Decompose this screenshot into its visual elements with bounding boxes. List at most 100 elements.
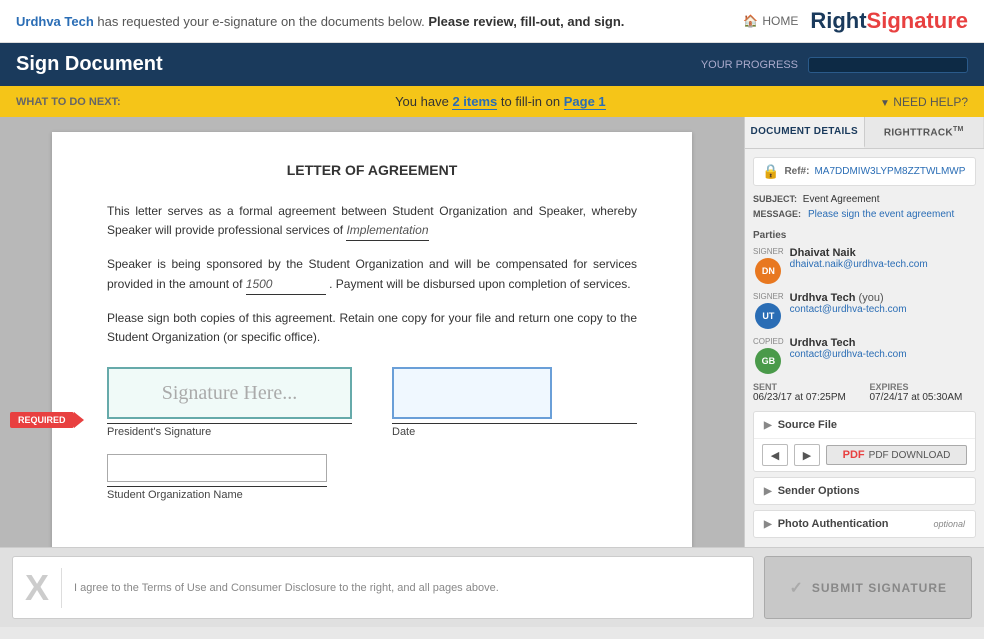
party-copied-name: Urdhva Tech — [790, 337, 907, 349]
implementation-field: Implementation — [346, 221, 428, 241]
rightsignature-logo: RightSignature — [810, 8, 968, 34]
submit-signature-button[interactable]: ✓ SUBMIT SIGNATURE — [764, 556, 972, 619]
party-urdhva-badge: SIGNER — [753, 292, 784, 301]
president-sig-label: President's Signature — [107, 423, 352, 438]
required-arrow: REQUIRED — [10, 412, 74, 428]
source-file-nav: ◀ ▶ PDF PDF DOWNLOAD — [754, 438, 975, 471]
sender-options-label: Sender Options — [778, 485, 860, 497]
source-file-section: ▶ Source File ◀ ▶ PDF PDF DOWNLOAD — [753, 411, 976, 472]
paragraph-3: Please sign both copies of this agreemen… — [107, 309, 637, 347]
page-link[interactable]: Page 1 — [564, 94, 606, 110]
message-value: Please sign the event agreement — [808, 209, 954, 220]
message-row: MESSAGE: Please sign the event agreement — [753, 209, 976, 220]
sign-header: Sign Document YOUR PROGRESS — [0, 43, 984, 86]
photo-auth-section: ▶ Photo Authentication optional — [753, 510, 976, 538]
subject-row: SUBJECT: Event Agreement — [753, 194, 976, 205]
photo-auth-label: Photo Authentication — [778, 518, 889, 530]
party-copied-email: contact@urdhva-tech.com — [790, 349, 907, 360]
pdf-download-label: PDF DOWNLOAD — [869, 450, 951, 461]
divider — [61, 568, 62, 608]
date-field-1[interactable] — [392, 367, 552, 419]
party-urdhva-you: SIGNER UT Urdhva Tech (you) contact@urdh… — [753, 292, 976, 329]
president-signature-box[interactable]: Signature Here... — [107, 367, 352, 419]
expires-col: EXPIRES 07/24/17 at 05:30AM — [870, 382, 977, 403]
agree-text: I agree to the Terms of Use and Consumer… — [74, 582, 499, 594]
source-file-arrow: ▶ — [764, 420, 772, 431]
nav-next-btn[interactable]: ▶ — [794, 444, 820, 466]
ref-box: 🔒 Ref#: MA7DDMIW3LYPM8ZZTWLMWP — [753, 157, 976, 186]
photo-auth-header[interactable]: ▶ Photo Authentication optional — [754, 511, 975, 537]
nav-prev-btn[interactable]: ◀ — [762, 444, 788, 466]
sender-options-header[interactable]: ▶ Sender Options — [754, 478, 975, 504]
paragraph-1: This letter serves as a formal agreement… — [107, 202, 637, 241]
date-col-1: Date — [392, 367, 637, 438]
tab-righttrack[interactable]: RIGHTTRACKTM — [865, 117, 984, 148]
student-org-input[interactable] — [107, 454, 327, 482]
student-org-section: Student Organization Name — [107, 454, 637, 501]
sent-value: 06/23/17 at 07:25PM — [753, 392, 860, 403]
party-dhaivat-email: dhaivat.naik@urdhva-tech.com — [790, 259, 928, 270]
party-dhaivat: SIGNER DN Dhaivat Naik dhaivat.naik@urdh… — [753, 247, 976, 284]
party-urdhva-avatar: UT — [755, 303, 781, 329]
sign-document-title: Sign Document — [16, 53, 163, 76]
progress-area: YOUR PROGRESS — [701, 57, 968, 73]
party-dhaivat-avatar: DN — [755, 258, 781, 284]
student-org-label: Student Organization Name — [107, 486, 327, 501]
signature-row-1: Signature Here... President's Signature … — [107, 367, 637, 438]
items-count-link[interactable]: 2 items — [452, 94, 497, 110]
sent-label: SENT — [753, 382, 860, 392]
sender-options-arrow: ▶ — [764, 486, 772, 497]
party-dhaivat-name: Dhaivat Naik — [790, 247, 928, 259]
date-section: SENT 06/23/17 at 07:25PM EXPIRES 07/24/1… — [753, 382, 976, 403]
photo-auth-arrow: ▶ — [764, 519, 772, 530]
main-layout: REQUIRED LETTER OF AGREEMENT This letter… — [0, 117, 984, 547]
party-copied-badge: COPIED — [753, 337, 784, 346]
right-tabs: DOCUMENT DETAILS RIGHTTRACKTM — [745, 117, 984, 149]
photo-auth-optional: optional — [933, 519, 965, 529]
party-urdhva-copied: COPIED GB Urdhva Tech contact@urdhva-tec… — [753, 337, 976, 374]
party-urdhva-email: contact@urdhva-tech.com — [790, 304, 907, 315]
need-help-label: ▼ NEED HELP? — [880, 95, 968, 109]
pdf-icon: PDF — [843, 449, 865, 461]
document-title: LETTER OF AGREEMENT — [107, 162, 637, 178]
party-dhaivat-badge: SIGNER — [753, 247, 784, 256]
company-name: Urdhva Tech — [16, 14, 94, 29]
party-copied-avatar: GB — [755, 348, 781, 374]
right-content: 🔒 Ref#: MA7DDMIW3LYPM8ZZTWLMWP SUBJECT: … — [745, 149, 984, 547]
top-bar-message: Urdhva Tech has requested your e-signatu… — [16, 14, 624, 29]
speakers-date-col: Date — [367, 531, 527, 547]
speakers-sig-row: Speakers Signature Date — [107, 531, 637, 547]
right-panel: DOCUMENT DETAILS RIGHTTRACKTM 🔒 Ref#: MA… — [744, 117, 984, 547]
ref-label: Ref#: — [784, 166, 809, 177]
date-label-1: Date — [392, 423, 637, 438]
source-file-header[interactable]: ▶ Source File — [754, 412, 975, 438]
agree-box: X I agree to the Terms of Use and Consum… — [12, 556, 754, 619]
president-sig-col: Signature Here... President's Signature — [107, 367, 352, 438]
paragraph-2: Speaker is being sponsored by the Studen… — [107, 255, 637, 294]
sender-options-section: ▶ Sender Options — [753, 477, 976, 505]
submit-label: SUBMIT SIGNATURE — [812, 581, 947, 595]
next-bar: WHAT TO DO NEXT: You have 2 items to fil… — [0, 86, 984, 117]
source-file-label: Source File — [778, 419, 837, 431]
party-urdhva-name: Urdhva Tech (you) — [790, 292, 907, 304]
tab-document-details[interactable]: DOCUMENT DETAILS — [745, 117, 865, 148]
message-label: MESSAGE: — [753, 209, 801, 220]
top-bar-right: 🏠 HOME RightSignature — [743, 8, 968, 34]
home-link[interactable]: 🏠 HOME — [743, 14, 798, 28]
submit-check-icon: ✓ — [789, 578, 803, 598]
next-bar-message: You have 2 items to fill-in on Page 1 — [121, 94, 880, 109]
document-page: LETTER OF AGREEMENT This letter serves a… — [52, 132, 692, 547]
next-bar-label: WHAT TO DO NEXT: — [16, 96, 121, 108]
submit-area: X I agree to the Terms of Use and Consum… — [0, 547, 984, 627]
subject-value: Event Agreement — [803, 194, 880, 205]
document-area[interactable]: REQUIRED LETTER OF AGREEMENT This letter… — [0, 117, 744, 547]
ref-value: MA7DDMIW3LYPM8ZZTWLMWP — [814, 166, 965, 177]
sent-col: SENT 06/23/17 at 07:25PM — [753, 382, 860, 403]
pdf-download-btn[interactable]: PDF PDF DOWNLOAD — [826, 445, 967, 465]
progress-label: YOUR PROGRESS — [701, 59, 798, 71]
agree-x-char: X — [25, 570, 49, 606]
progress-bar-outer — [808, 57, 968, 73]
top-bar: Urdhva Tech has requested your e-signatu… — [0, 0, 984, 43]
speakers-sig-col: Speakers Signature — [107, 531, 327, 547]
lock-icon: 🔒 — [762, 163, 779, 180]
